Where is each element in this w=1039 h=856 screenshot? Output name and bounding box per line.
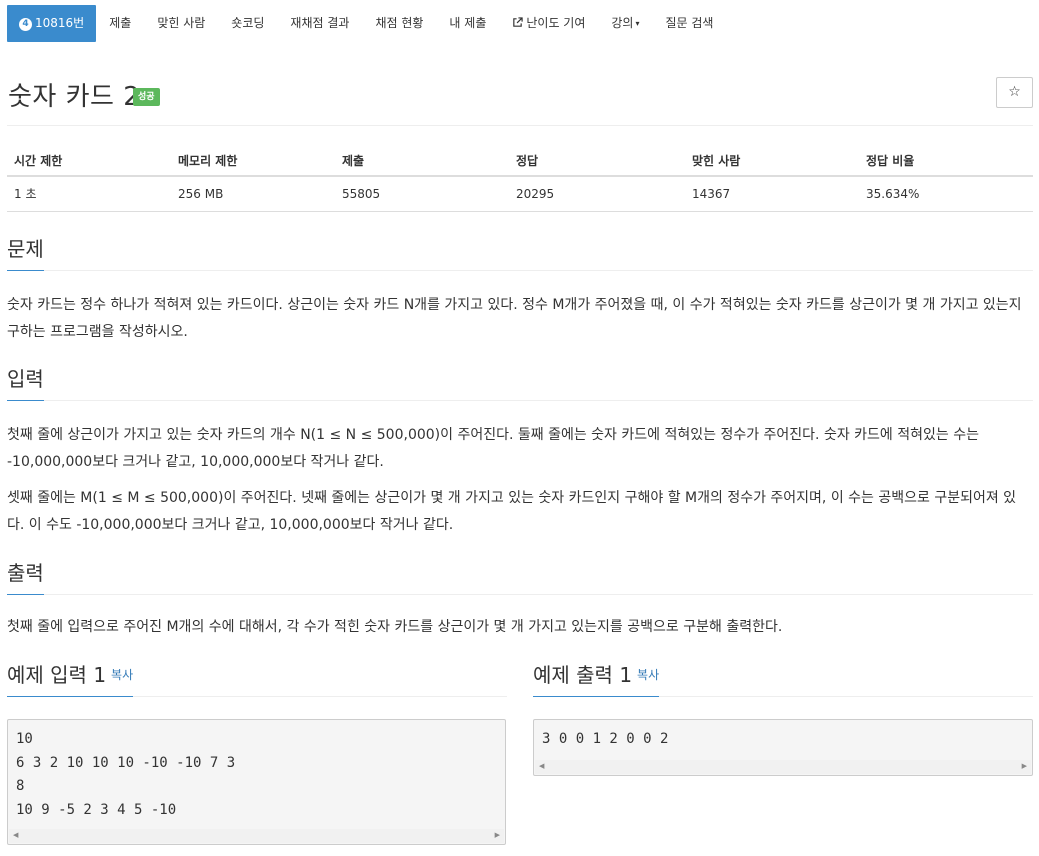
tab-problem-label: 10816번 (35, 16, 85, 30)
header-accepted: 정답 (509, 145, 685, 177)
info-table-row: 1 초 256 MB 55805 20295 14367 35.634% (7, 176, 1033, 212)
tab-rejudge-results[interactable]: 재채점 결과 (277, 5, 362, 42)
problem-menu-tabs: 4 10816번 제출 맞힌 사람 숏코딩 재채점 결과 채점 현황 내 제출 난… (7, 5, 726, 42)
tab-submit[interactable]: 제출 (96, 5, 144, 42)
caret-down-icon: ▾ (635, 19, 640, 28)
sample-input-scrollbar[interactable]: ◀ ▶ (9, 829, 504, 843)
tab-short-coding[interactable]: 숏코딩 (218, 5, 277, 42)
sample-input-title-text: 예제 입력 1 (7, 663, 107, 687)
problem-section-title: 문제 (7, 236, 44, 271)
input-section-title: 입력 (7, 366, 44, 401)
scroll-left-icon[interactable]: ◀ (539, 762, 544, 770)
info-table-header: 시간 제한 메모리 제한 제출 정답 맞힌 사람 정답 비율 (7, 145, 1033, 177)
star-icon: ☆ (1008, 84, 1021, 100)
accept-rate-value: 35.634% (859, 176, 1033, 212)
tier-badge: 4 (19, 18, 32, 31)
input-description-2: 셋째 줄에는 M(1 ≤ M ≤ 500,000)이 주어진다. 넷째 줄에는 … (7, 490, 1017, 533)
sample-output-text: 3 0 0 1 2 0 0 2 (542, 731, 669, 747)
tab-difficulty-contribution[interactable]: 난이도 기여 (499, 5, 598, 42)
output-section-title: 출력 (7, 560, 44, 595)
scroll-right-icon[interactable]: ▶ (495, 831, 500, 839)
sample-input-box[interactable]: 10 6 3 2 10 10 10 -10 -10 7 3 8 10 9 -5 … (7, 719, 506, 845)
tab-lectures-label: 강의 (611, 16, 634, 30)
sample-input-header: 예제 입력 1 복사 (7, 662, 507, 697)
scroll-left-icon[interactable]: ◀ (13, 831, 18, 839)
tab-judge-status[interactable]: 채점 현황 (362, 5, 436, 42)
external-link-icon (513, 17, 524, 27)
status-badge: 성공 (133, 88, 160, 106)
tab-difficulty-contribution-label: 난이도 기여 (526, 16, 586, 30)
sample-output-header: 예제 출력 1 복사 (533, 662, 1033, 697)
problem-title-row: 숫자 카드 2 성공 ☆ (7, 70, 1033, 126)
copy-sample-output-link[interactable]: 복사 (637, 668, 659, 682)
header-solved-users: 맞힌 사람 (685, 145, 859, 177)
memory-limit-value: 256 MB (171, 176, 335, 212)
input-section-header: 입력 (7, 366, 1033, 401)
submissions-value: 55805 (335, 176, 509, 212)
problem-description: 숫자 카드는 정수 하나가 적혀져 있는 카드이다. 상근이는 숫자 카드 N개… (7, 297, 1022, 340)
sample-input-text: 10 6 3 2 10 10 10 -10 -10 7 3 8 10 9 -5 … (16, 731, 236, 818)
tab-problem[interactable]: 4 10816번 (7, 5, 97, 42)
favorite-star-button[interactable]: ☆ (996, 77, 1033, 108)
sample-output-title-text: 예제 출력 1 (533, 663, 633, 687)
tab-solved-users[interactable]: 맞힌 사람 (144, 5, 218, 42)
header-submissions: 제출 (335, 145, 509, 177)
input-description-1: 첫째 줄에 상근이가 가지고 있는 숫자 카드의 개수 N(1 ≤ N ≤ 50… (7, 427, 979, 470)
time-limit-value: 1 초 (7, 176, 171, 212)
output-description: 첫째 줄에 입력으로 주어진 M개의 수에 대해서, 각 수가 적힌 숫자 카드… (7, 619, 783, 635)
tab-my-submissions[interactable]: 내 제출 (436, 5, 499, 42)
solved-users-value: 14367 (685, 176, 859, 212)
output-section-header: 출력 (7, 560, 1033, 595)
sample-input-title: 예제 입력 1 복사 (7, 662, 134, 697)
sample-output-box[interactable]: 3 0 0 1 2 0 0 2 ◀ ▶ (533, 719, 1033, 776)
tab-lectures[interactable]: 강의 ▾ (598, 5, 652, 42)
header-accept-rate: 정답 비율 (859, 145, 1033, 177)
accepted-value: 20295 (509, 176, 685, 212)
sample-output-scrollbar[interactable]: ◀ ▶ (535, 760, 1031, 774)
copy-sample-input-link[interactable]: 복사 (111, 668, 133, 682)
page-title: 숫자 카드 2 (8, 82, 141, 112)
header-memory-limit: 메모리 제한 (171, 145, 335, 177)
header-time-limit: 시간 제한 (7, 145, 171, 177)
problem-info-table: 시간 제한 메모리 제한 제출 정답 맞힌 사람 정답 비율 1 초 256 M… (7, 145, 1033, 212)
tab-question-search[interactable]: 질문 검색 (652, 5, 726, 42)
scroll-right-icon[interactable]: ▶ (1022, 762, 1027, 770)
problem-section-header: 문제 (7, 236, 1033, 271)
sample-output-title: 예제 출력 1 복사 (533, 662, 660, 697)
